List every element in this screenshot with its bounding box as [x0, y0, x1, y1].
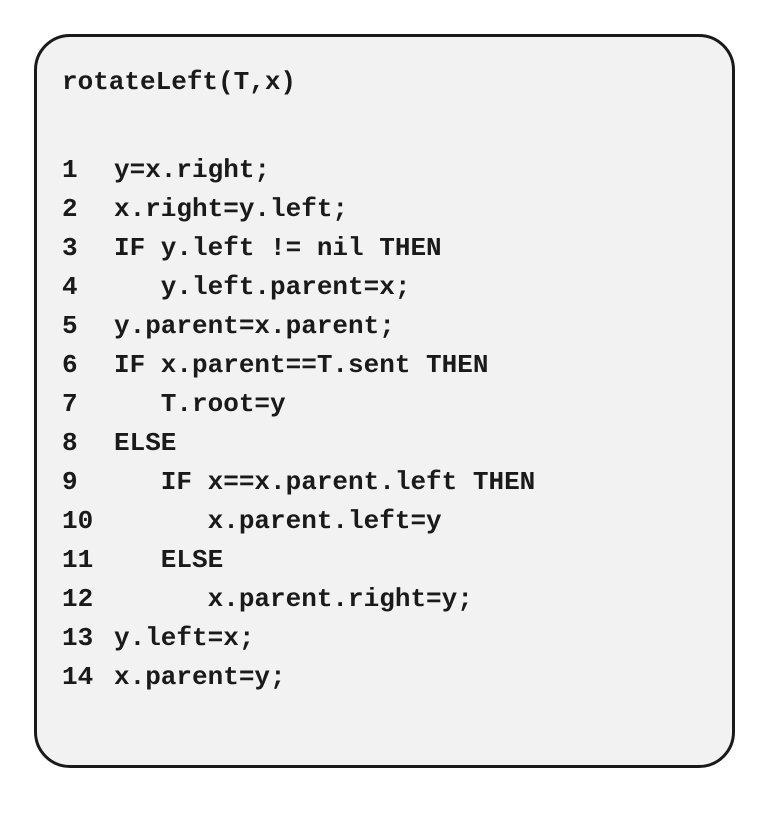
- line-number: 7: [62, 389, 78, 419]
- line-number: 12: [62, 584, 94, 614]
- line-text: IF x.parent==T.sent THEN: [114, 350, 489, 380]
- line-text: IF y.left != nil THEN: [114, 233, 442, 263]
- code-line: 13 y.left=x;: [62, 618, 254, 658]
- code-line: 8 ELSE: [62, 423, 176, 463]
- line-number: 11: [62, 545, 94, 575]
- line-text: y=x.right;: [114, 155, 271, 185]
- pseudocode-listing: rotateLeft(T,x) 1 y=x.right; 2 x.right=y…: [62, 62, 535, 692]
- code-line: 7 T.root=y: [62, 384, 286, 424]
- line-text: ELSE: [114, 428, 177, 458]
- line-text: ELSE: [114, 545, 224, 575]
- code-line: 1 y=x.right;: [62, 150, 270, 190]
- line-text: y.left=x;: [114, 623, 255, 653]
- line-text: y.left.parent=x;: [114, 272, 411, 302]
- code-line: 14 x.parent=y;: [62, 657, 286, 697]
- line-text: x.parent=y;: [114, 662, 286, 692]
- line-number: 3: [62, 233, 78, 263]
- code-line: 11 ELSE: [62, 540, 223, 580]
- line-number: 10: [62, 506, 94, 536]
- line-number: 5: [62, 311, 78, 341]
- code-line: 4 y.left.parent=x;: [62, 267, 410, 307]
- code-line: 6 IF x.parent==T.sent THEN: [62, 345, 488, 385]
- line-text: x.parent.left=y: [114, 506, 442, 536]
- line-number: 1: [62, 155, 78, 185]
- line-number: 4: [62, 272, 78, 302]
- code-line: 12 x.parent.right=y;: [62, 579, 473, 619]
- code-line: 5 y.parent=x.parent;: [62, 306, 395, 346]
- line-number: 6: [62, 350, 78, 380]
- line-number: 14: [62, 662, 94, 692]
- code-line: 3 IF y.left != nil THEN: [62, 228, 442, 268]
- code-line: 2 x.right=y.left;: [62, 189, 348, 229]
- code-line: 10 x.parent.left=y: [62, 501, 442, 541]
- code-line: 9 IF x==x.parent.left THEN: [62, 462, 535, 502]
- line-text: x.parent.right=y;: [114, 584, 473, 614]
- function-signature: rotateLeft(T,x): [62, 67, 297, 97]
- line-number: 9: [62, 467, 78, 497]
- line-text: y.parent=x.parent;: [114, 311, 395, 341]
- line-number: 2: [62, 194, 78, 224]
- line-number: 13: [62, 623, 94, 653]
- line-text: IF x==x.parent.left THEN: [114, 467, 536, 497]
- line-number: 8: [62, 428, 78, 458]
- line-text: T.root=y: [114, 389, 286, 419]
- line-text: x.right=y.left;: [114, 194, 349, 224]
